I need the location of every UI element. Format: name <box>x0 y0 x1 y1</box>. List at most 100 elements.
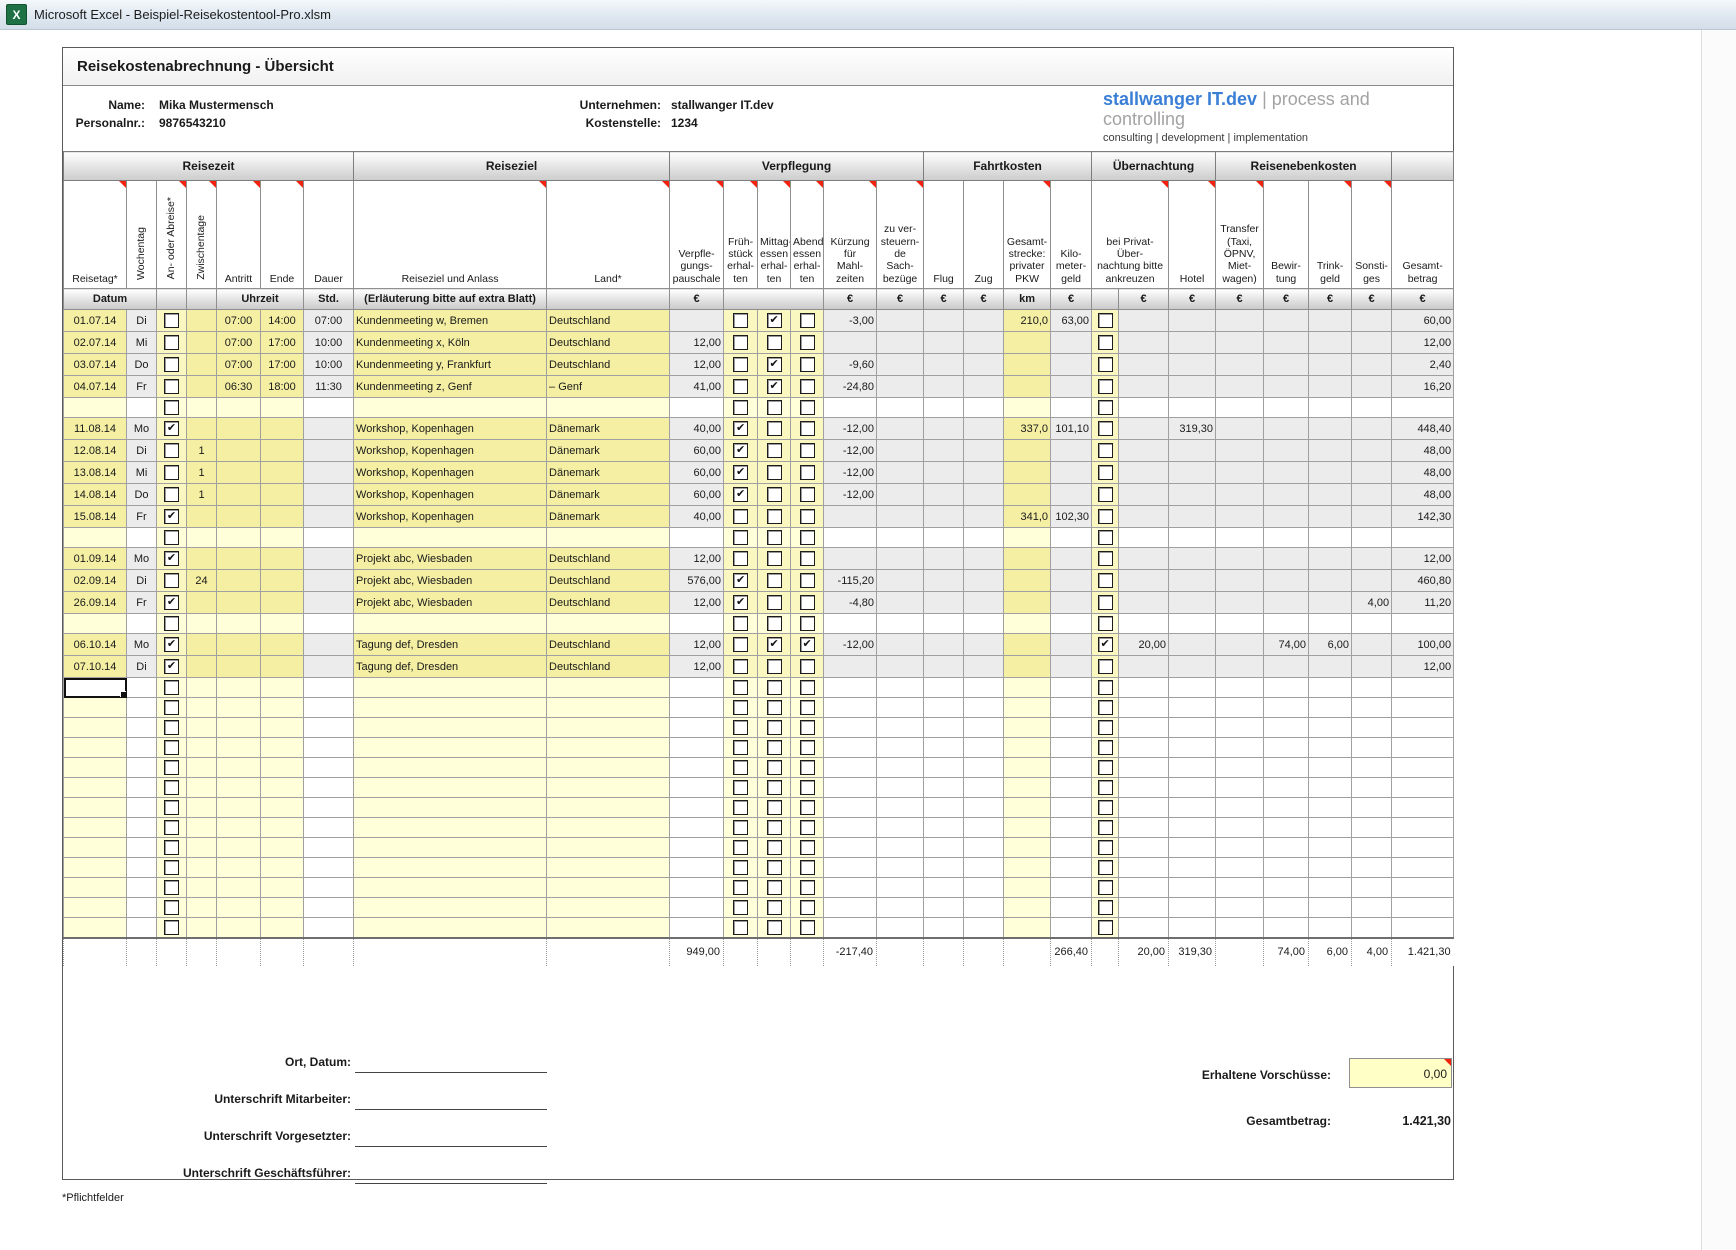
checkbox-anab[interactable] <box>164 659 179 674</box>
cell-pkw[interactable]: 341,0 <box>1004 506 1051 528</box>
checkbox-mittagessen[interactable] <box>767 900 782 915</box>
cell-pkw[interactable] <box>1004 878 1051 898</box>
checkbox-fruehstueck[interactable] <box>733 551 748 566</box>
cell-antritt[interactable]: 07:00 <box>217 310 261 332</box>
cell-pkw[interactable] <box>1004 838 1051 858</box>
checkbox-privat[interactable] <box>1098 680 1113 695</box>
checkbox-mittagessen[interactable] <box>767 720 782 735</box>
cell-date[interactable]: 26.09.14 <box>64 592 127 614</box>
checkbox-anab[interactable] <box>164 595 179 610</box>
cell-ziel[interactable] <box>354 718 547 738</box>
checkbox-anab[interactable] <box>164 920 179 935</box>
cell-pkw[interactable] <box>1004 758 1051 778</box>
checkbox-privat[interactable] <box>1098 335 1113 350</box>
cell-pkw[interactable] <box>1004 484 1051 506</box>
checkbox-anab[interactable] <box>164 880 179 895</box>
cell-ende[interactable] <box>261 440 304 462</box>
cell-zw[interactable] <box>187 758 217 778</box>
checkbox-anab[interactable] <box>164 616 179 631</box>
checkbox-anab[interactable] <box>164 637 179 652</box>
cell-land[interactable]: Dänemark <box>547 484 670 506</box>
checkbox-privat[interactable] <box>1098 573 1113 588</box>
checkbox-mittagessen[interactable] <box>767 780 782 795</box>
checkbox-fruehstueck[interactable] <box>733 335 748 350</box>
cell-ziel[interactable]: Workshop, Kopenhagen <box>354 462 547 484</box>
cell-ziel[interactable] <box>354 698 547 718</box>
cell-land[interactable] <box>547 698 670 718</box>
checkbox-fruehstueck[interactable] <box>733 880 748 895</box>
checkbox-fruehstueck[interactable] <box>733 509 748 524</box>
cell-date[interactable]: 06.10.14 <box>64 634 127 656</box>
cell-date[interactable] <box>64 778 127 798</box>
checkbox-mittagessen[interactable] <box>767 860 782 875</box>
cell-antritt[interactable] <box>217 656 261 678</box>
checkbox-anab[interactable] <box>164 335 179 350</box>
cell-zw[interactable]: 1 <box>187 484 217 506</box>
cell-ziel[interactable]: Projekt abc, Wiesbaden <box>354 548 547 570</box>
checkbox-mittagessen[interactable] <box>767 840 782 855</box>
cell-date[interactable] <box>64 838 127 858</box>
cell-ziel[interactable] <box>354 614 547 634</box>
cell-ende[interactable]: 17:00 <box>261 332 304 354</box>
cell-pkw[interactable] <box>1004 918 1051 938</box>
checkbox-abendessen[interactable] <box>800 680 815 695</box>
checkbox-fruehstueck[interactable] <box>733 700 748 715</box>
checkbox-abendessen[interactable] <box>800 573 815 588</box>
cell-date[interactable] <box>64 918 127 938</box>
cell-land[interactable] <box>547 738 670 758</box>
cell-land[interactable] <box>547 778 670 798</box>
cell-pkw[interactable] <box>1004 634 1051 656</box>
checkbox-privat[interactable] <box>1098 379 1113 394</box>
cell-pkw[interactable] <box>1004 718 1051 738</box>
checkbox-abendessen[interactable] <box>800 780 815 795</box>
checkbox-fruehstueck[interactable] <box>733 595 748 610</box>
cell-date[interactable] <box>64 878 127 898</box>
checkbox-fruehstueck[interactable] <box>733 840 748 855</box>
checkbox-fruehstueck[interactable] <box>733 680 748 695</box>
personalnr-value[interactable]: 9876543210 <box>159 116 226 130</box>
checkbox-anab[interactable] <box>164 551 179 566</box>
checkbox-mittagessen[interactable] <box>767 443 782 458</box>
checkbox-privat[interactable] <box>1098 530 1113 545</box>
cell-ende[interactable] <box>261 570 304 592</box>
cell-antritt[interactable]: 07:00 <box>217 354 261 376</box>
checkbox-anab[interactable] <box>164 509 179 524</box>
checkbox-mittagessen[interactable] <box>767 313 782 328</box>
checkbox-abendessen[interactable] <box>800 421 815 436</box>
cell-ziel[interactable] <box>354 758 547 778</box>
window-titlebar[interactable]: X Microsoft Excel - Beispiel-Reisekosten… <box>0 0 1736 30</box>
checkbox-abendessen[interactable] <box>800 357 815 372</box>
checkbox-abendessen[interactable] <box>800 551 815 566</box>
cell-pkw[interactable] <box>1004 818 1051 838</box>
cell-date[interactable]: 11.08.14 <box>64 418 127 440</box>
checkbox-fruehstueck[interactable] <box>733 573 748 588</box>
cell-land[interactable] <box>547 398 670 418</box>
cell-zw[interactable] <box>187 798 217 818</box>
cell-date[interactable] <box>64 898 127 918</box>
checkbox-anab[interactable] <box>164 313 179 328</box>
checkbox-anab[interactable] <box>164 900 179 915</box>
cell-ziel[interactable]: Workshop, Kopenhagen <box>354 506 547 528</box>
checkbox-mittagessen[interactable] <box>767 616 782 631</box>
cell-ende[interactable]: 18:00 <box>261 376 304 398</box>
checkbox-anab[interactable] <box>164 443 179 458</box>
cell-ziel[interactable] <box>354 838 547 858</box>
checkbox-abendessen[interactable] <box>800 509 815 524</box>
cell-zw[interactable] <box>187 548 217 570</box>
cell-ziel[interactable]: Projekt abc, Wiesbaden <box>354 592 547 614</box>
cell-zw[interactable] <box>187 818 217 838</box>
checkbox-fruehstueck[interactable] <box>733 421 748 436</box>
scrollbar-area[interactable] <box>1702 30 1736 1250</box>
cell-pkw[interactable] <box>1004 898 1051 918</box>
cell-date[interactable] <box>64 718 127 738</box>
checkbox-abendessen[interactable] <box>800 800 815 815</box>
cell-zw[interactable]: 24 <box>187 570 217 592</box>
cell-land[interactable]: Deutschland <box>547 656 670 678</box>
name-value[interactable]: Mika Mustermensch <box>159 98 274 112</box>
cell-pkw[interactable] <box>1004 462 1051 484</box>
checkbox-abendessen[interactable] <box>800 379 815 394</box>
checkbox-privat[interactable] <box>1098 780 1113 795</box>
checkbox-mittagessen[interactable] <box>767 659 782 674</box>
cell-antritt[interactable] <box>217 898 261 918</box>
checkbox-mittagessen[interactable] <box>767 920 782 935</box>
